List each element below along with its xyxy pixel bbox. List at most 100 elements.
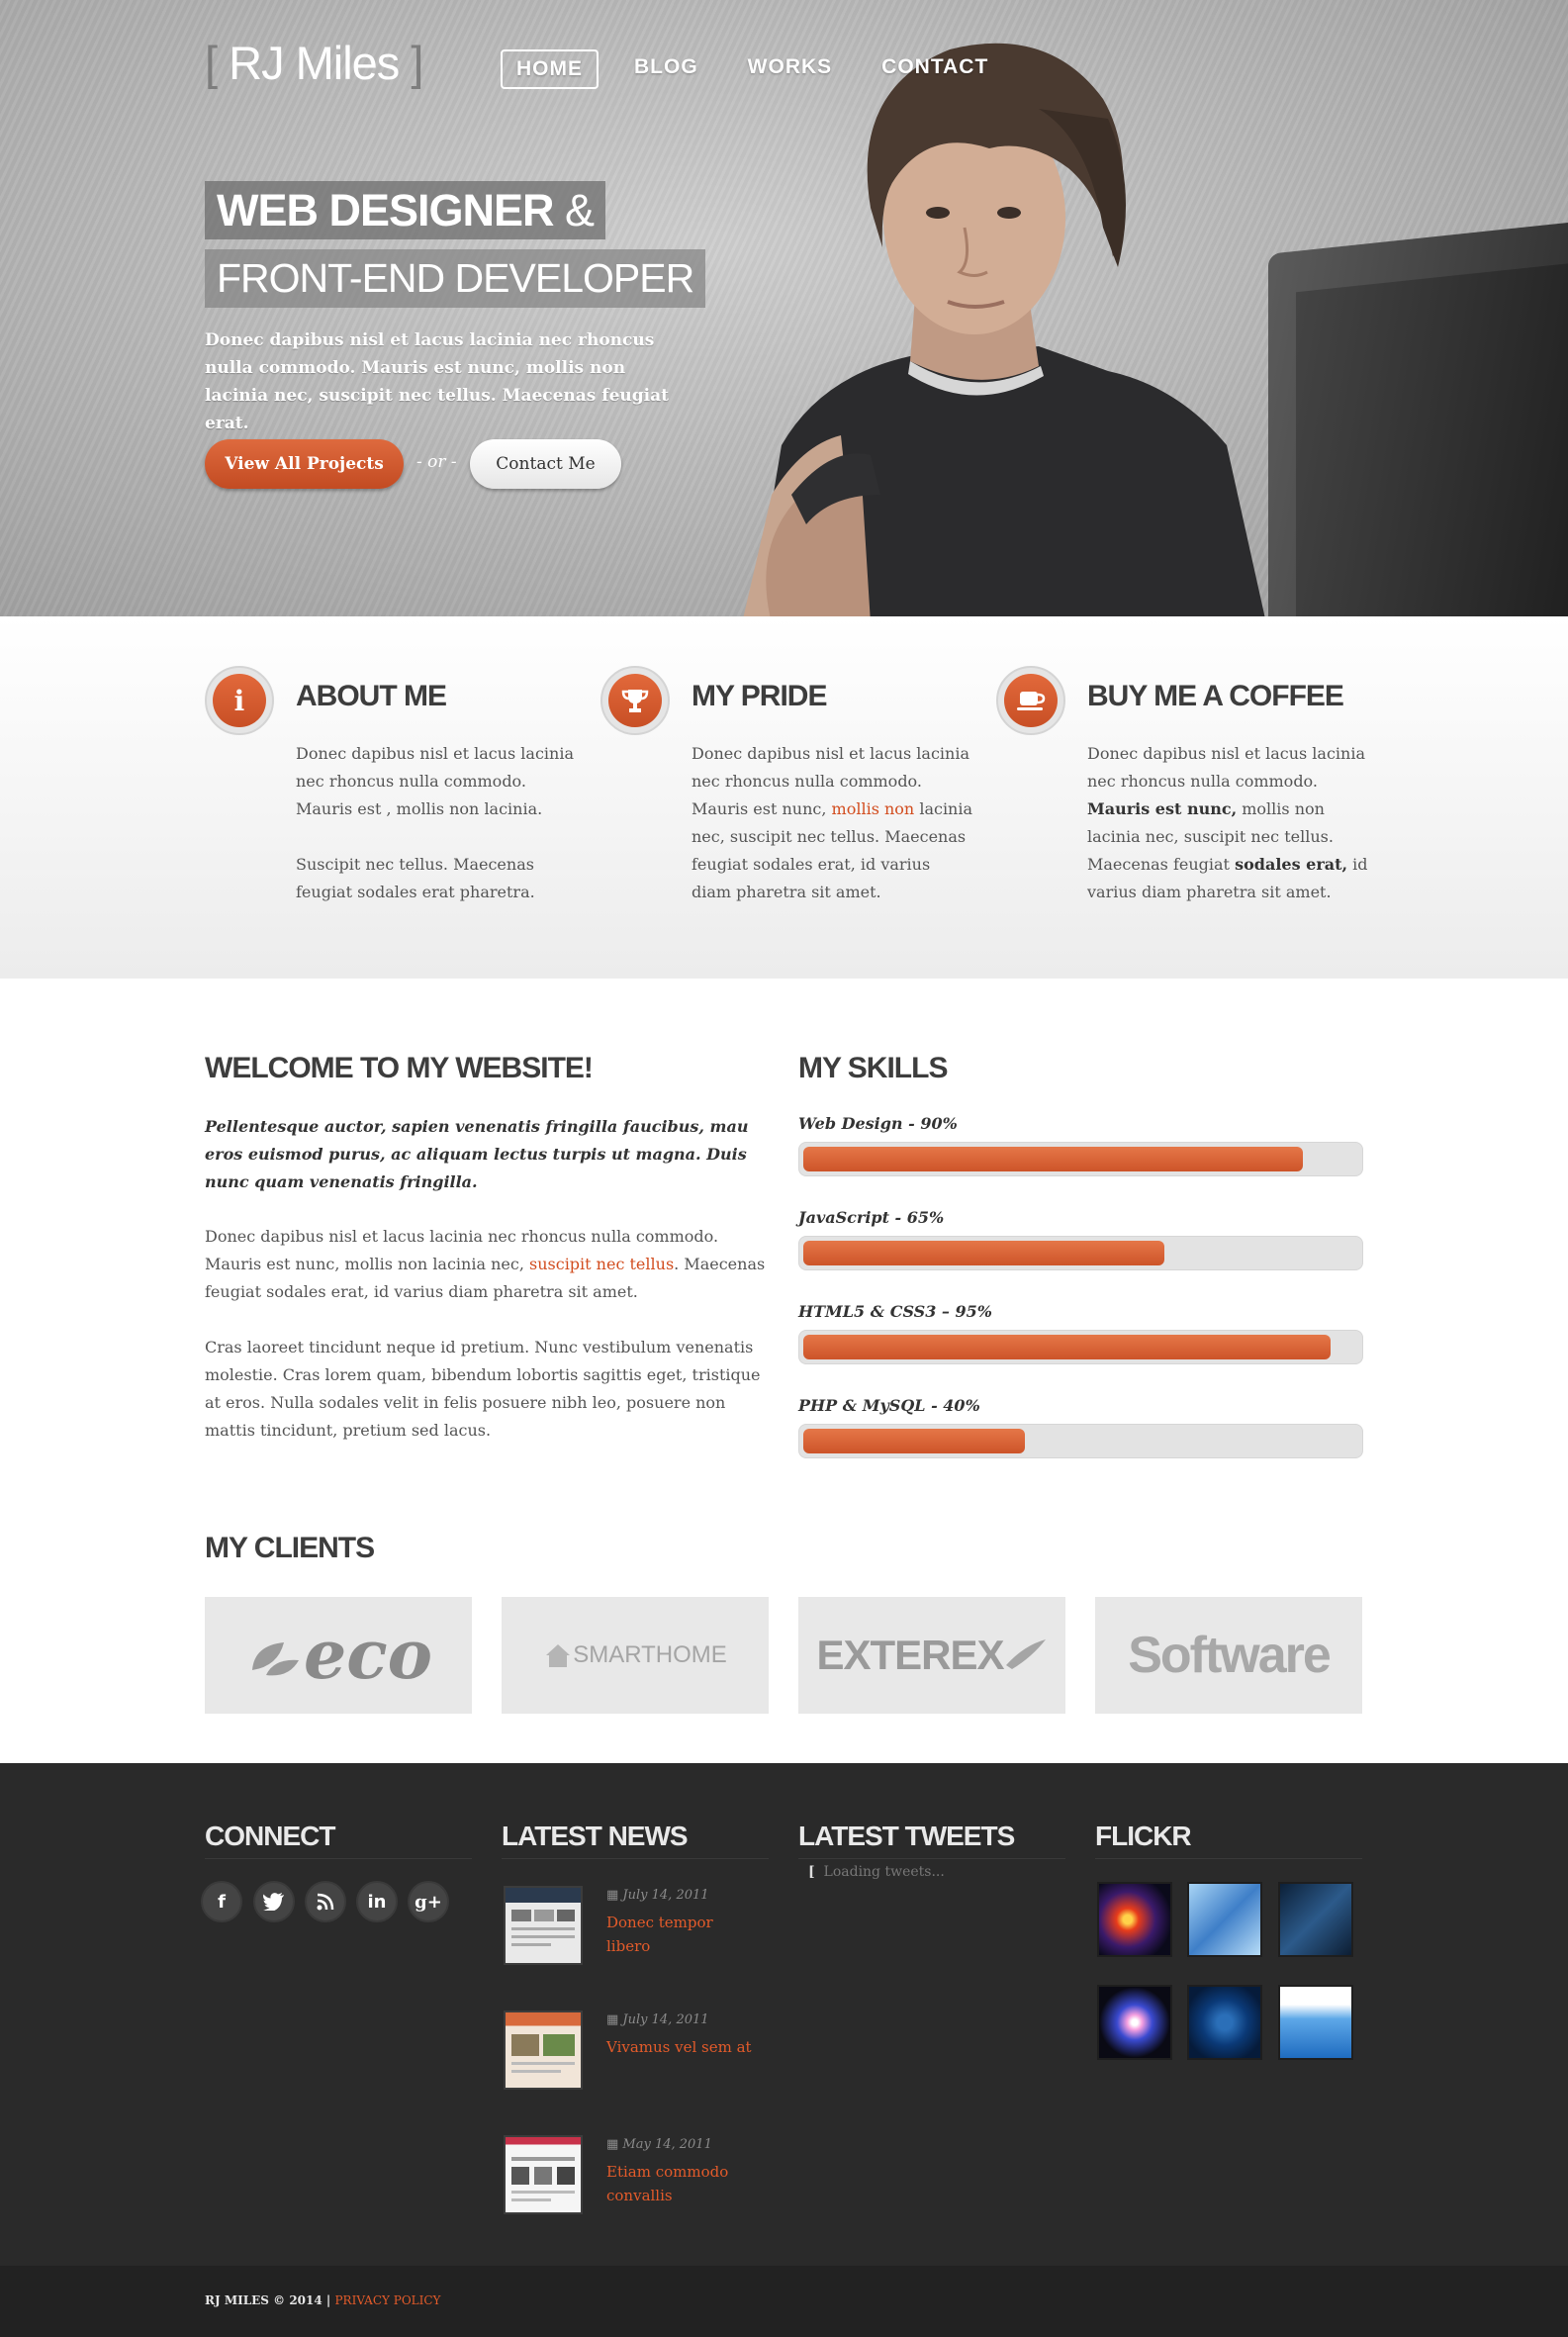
client-logo-smarthome[interactable]: SMARTHOME (502, 1597, 769, 1714)
feature-bold-1: Mauris est nunc, (1087, 799, 1238, 818)
news-item[interactable]: ▦ July 14, 2011 Donec tempor libero (504, 1886, 771, 1975)
swoosh-icon (1005, 1639, 1046, 1669)
skill-web-design: Web Design - 90% (798, 1114, 1363, 1176)
skill-bar-track (798, 1236, 1363, 1270)
logo-bracket-right: ] (399, 37, 423, 89)
feature-title: ABOUT ME (296, 680, 447, 712)
news-item[interactable]: ▦ May 14, 2011 Etiam commodo convallis (504, 2135, 771, 2224)
hero-section: [ RJ Miles ] HOME BLOG WORKS CONTACT WEB… (0, 0, 1568, 616)
news-date-text: July 14, 2011 (622, 1888, 709, 1903)
news-date-text: May 14, 2011 (622, 2137, 712, 2152)
news-item[interactable]: ▦ July 14, 2011 Vivamus vel sem at (504, 2010, 771, 2100)
hero-title: WEB DESIGNER & (205, 181, 606, 239)
hero-title-amp: & (565, 185, 595, 235)
suscipit-link[interactable]: suscipit nec tellus (529, 1255, 674, 1273)
flickr-thumbnail[interactable] (1278, 1882, 1353, 1957)
house-icon (546, 1644, 571, 1667)
client-logo-software[interactable]: Software (1095, 1597, 1362, 1714)
skill-label: HTML5 & CSS3 – 95% (798, 1302, 992, 1321)
mollis-non-link[interactable]: mollis non (832, 799, 915, 818)
flickr-title: FLICKR (1095, 1821, 1362, 1859)
feature-text: Donec dapibus nisl et lacus lacinia nec … (692, 740, 973, 906)
hero-person-photo (743, 43, 1265, 616)
skill-label: PHP & MySQL - 40% (798, 1396, 980, 1415)
welcome-title: WELCOME TO MY WEBSITE! (205, 1052, 594, 1084)
feature-bold-2: sodales erat, (1235, 855, 1348, 874)
feature-title: BUY ME A COFFEE (1087, 680, 1344, 712)
news-date-text: July 14, 2011 (622, 2012, 709, 2027)
latest-news-title: LATEST NEWS (502, 1821, 769, 1859)
skill-bar-fill (803, 1335, 1331, 1359)
skills-title: MY SKILLS (798, 1052, 948, 1084)
hero-title-bold: WEB DESIGNER (217, 185, 555, 235)
rss-icon[interactable] (305, 1881, 346, 1922)
welcome-paragraph-2: Cras laoreet tincidunt neque id pretium.… (205, 1338, 761, 1440)
client-logo-exterex[interactable]: EXTEREX (798, 1597, 1065, 1714)
trophy-icon (600, 666, 670, 735)
logo-text: RJ Miles (229, 37, 400, 89)
nav-home[interactable]: HOME (501, 49, 599, 89)
clients-title: MY CLIENTS (205, 1532, 375, 1564)
calendar-icon: ▦ (606, 2137, 623, 2152)
skill-bar-track (798, 1330, 1363, 1364)
skill-bar-track (798, 1424, 1363, 1458)
skill-javascript: JavaScript - 65% (798, 1208, 1363, 1270)
client-logo-eco[interactable]: eco (205, 1597, 472, 1714)
main-nav: HOME BLOG WORKS CONTACT (501, 49, 1024, 89)
news-date: ▦ July 14, 2011 (606, 1888, 709, 1903)
coffee-cup-icon (996, 666, 1065, 735)
nav-works[interactable]: WORKS (734, 49, 847, 89)
trophy-glyph (621, 690, 649, 712)
skill-bar-fill (803, 1241, 1164, 1265)
quote-icon: [ (808, 1864, 815, 1880)
info-icon: i (205, 666, 274, 735)
tweets-loading-text: Loading tweets... (823, 1864, 945, 1880)
feature-text: Donec dapibus nisl et lacus lacinia nec … (1087, 740, 1369, 906)
privacy-policy-link[interactable]: PRIVACY POLICY (334, 2293, 440, 2307)
client-eco-text: eco (303, 1616, 433, 1695)
twitter-icon[interactable] (253, 1881, 295, 1922)
flickr-thumbnail[interactable] (1097, 1882, 1172, 1957)
client-software-text: Software (1128, 1627, 1332, 1684)
news-title-link[interactable]: Donec tempor libero (606, 1911, 755, 1958)
skill-label: Web Design - 90% (798, 1114, 958, 1133)
news-date: ▦ May 14, 2011 (606, 2137, 712, 2152)
flickr-thumbnail[interactable] (1097, 1985, 1172, 2060)
hero-description: Donec dapibus nisl et lacus lacinia nec … (205, 330, 670, 433)
skill-php-mysql: PHP & MySQL - 40% (798, 1396, 1363, 1458)
copyright: RJ MILES © 2014 | PRIVACY POLICY (205, 2293, 440, 2307)
hero-monitor-screen (1296, 261, 1568, 616)
news-thumbnail[interactable] (504, 2010, 583, 2090)
google-plus-icon[interactable]: g+ (408, 1881, 449, 1922)
view-all-projects-button[interactable]: View All Projects (205, 439, 404, 489)
news-title-link[interactable]: Vivamus vel sem at (606, 2035, 755, 2059)
skill-bar-fill (803, 1147, 1303, 1171)
flickr-thumbnail[interactable] (1187, 1882, 1262, 1957)
leaf-icon (251, 1642, 299, 1676)
feature-title: MY PRIDE (692, 680, 827, 712)
skill-bar-track (798, 1142, 1363, 1176)
copyright-text: RJ MILES © 2014 | (205, 2293, 331, 2307)
nav-contact[interactable]: CONTACT (868, 49, 1002, 89)
connect-title: CONNECT (205, 1821, 472, 1859)
skill-html5-css3: HTML5 & CSS3 – 95% (798, 1302, 1363, 1364)
or-separator: - or - (416, 452, 457, 472)
facebook-icon[interactable]: f (201, 1881, 242, 1922)
news-date: ▦ July 14, 2011 (606, 2012, 709, 2027)
flickr-thumbnail[interactable] (1278, 1985, 1353, 2060)
skill-bar-fill (803, 1429, 1025, 1453)
calendar-icon: ▦ (606, 1888, 623, 1903)
nav-blog[interactable]: BLOG (620, 49, 712, 89)
feature-text-p1: Donec dapibus nisl et lacus lacinia nec … (296, 744, 574, 818)
site-logo[interactable]: [ RJ Miles ] (205, 36, 423, 90)
tweets-loading: [ Loading tweets... (808, 1864, 945, 1880)
news-thumbnail[interactable] (504, 1886, 583, 1965)
linkedin-icon[interactable]: in (356, 1881, 398, 1922)
calendar-icon: ▦ (606, 2012, 623, 2027)
flickr-thumbnail[interactable] (1187, 1985, 1262, 2060)
feature-text-p2: Suscipit nec tellus. Maecenas feugiat so… (296, 855, 535, 901)
news-thumbnail[interactable] (504, 2135, 583, 2214)
contact-me-button[interactable]: Contact Me (470, 439, 621, 489)
news-title-link[interactable]: Etiam commodo convallis (606, 2160, 755, 2207)
coffee-glyph (1017, 692, 1046, 710)
